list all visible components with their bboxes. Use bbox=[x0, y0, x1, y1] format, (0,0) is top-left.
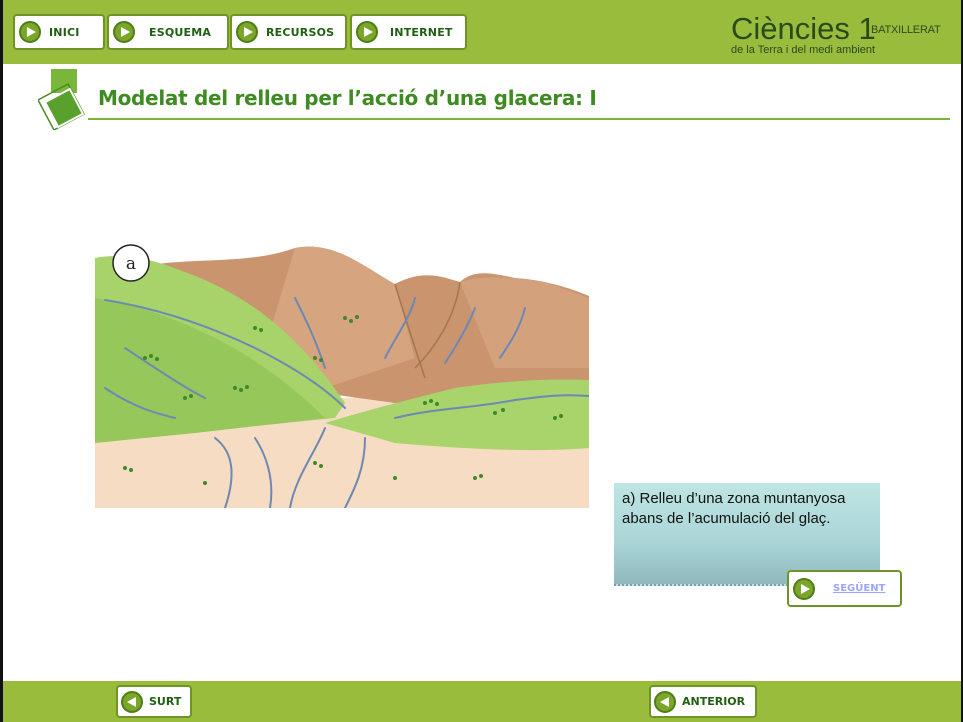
nav-button-esquema[interactable]: ESQUEMA bbox=[107, 14, 229, 50]
nav-button-label: INICI bbox=[49, 25, 80, 39]
nav-button-internet[interactable]: INTERNET bbox=[350, 14, 467, 50]
nav-button-inici[interactable]: INICI bbox=[13, 14, 105, 50]
play-icon bbox=[793, 577, 815, 600]
brand-badge: BATXILLERAT bbox=[871, 24, 941, 36]
nav-button-label: INTERNET bbox=[390, 25, 453, 39]
mountain-relief-illustration: a bbox=[95, 238, 589, 508]
back-icon bbox=[654, 690, 676, 713]
back-icon bbox=[121, 690, 143, 713]
play-icon bbox=[356, 21, 378, 43]
brand-subtitle: de la Terra i del medi ambient bbox=[731, 44, 876, 56]
caption-text: a) Relleu d’una zona muntanyosa abans de… bbox=[622, 490, 846, 527]
play-icon bbox=[113, 21, 135, 43]
exit-button[interactable]: SURT bbox=[116, 685, 192, 718]
nav-button-recursos[interactable]: RECURSOS bbox=[230, 14, 347, 50]
window-frame-left bbox=[0, 0, 3, 722]
bottom-navigation-bar: SURT ANTERIOR bbox=[3, 681, 961, 722]
brand-title: Ciències 1 bbox=[731, 11, 876, 46]
play-icon bbox=[236, 21, 258, 43]
title-underline bbox=[88, 118, 950, 120]
nav-button-label: RECURSOS bbox=[266, 25, 335, 39]
logo-squares-icon bbox=[38, 67, 86, 130]
play-icon bbox=[19, 21, 41, 43]
figure-marker: a bbox=[126, 254, 136, 274]
previous-button[interactable]: ANTERIOR bbox=[649, 685, 757, 718]
previous-button-label: ANTERIOR bbox=[682, 695, 746, 708]
exit-button-label: SURT bbox=[149, 695, 182, 708]
next-button[interactable]: SEGÜENT bbox=[787, 570, 902, 607]
page-title: Modelat del relleu per l’acció d’una gla… bbox=[98, 86, 597, 110]
next-button-label: SEGÜENT bbox=[833, 583, 886, 594]
nav-button-label: ESQUEMA bbox=[149, 25, 212, 39]
